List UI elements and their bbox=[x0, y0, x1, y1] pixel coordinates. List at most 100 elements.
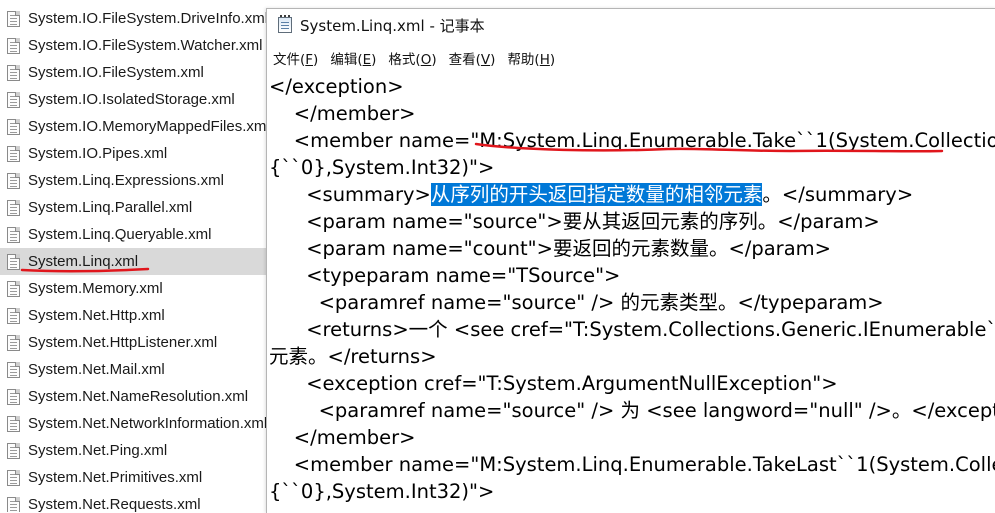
file-row[interactable]: System.Net.HttpListener.xml bbox=[0, 329, 266, 356]
menu-bar: 文件(F) 编辑(E) 格式(O) 查看(V) 帮助(H) bbox=[267, 45, 995, 71]
text-editor[interactable]: </exception> </member> <member name="M:S… bbox=[267, 71, 995, 513]
text-line: <param name="count">要返回的元素数量。</param> bbox=[269, 237, 831, 260]
file-name: System.Net.Requests.xml bbox=[28, 496, 201, 512]
file-row[interactable]: System.Memory.xml bbox=[0, 275, 266, 302]
file-name: System.IO.FileSystem.xml bbox=[28, 64, 204, 81]
xml-file-icon bbox=[7, 415, 20, 432]
file-name: System.IO.Pipes.xml bbox=[28, 145, 168, 162]
menu-label: 文件( bbox=[273, 52, 306, 68]
file-name: System.Net.HttpListener.xml bbox=[28, 334, 218, 351]
file-row[interactable]: System.IO.IsolatedStorage.xml bbox=[0, 86, 266, 113]
text-line: <paramref name="source" /> 的元素类型。</typep… bbox=[269, 291, 884, 314]
menu-label-end: ) bbox=[313, 52, 319, 68]
file-row[interactable]: System.Linq.xml bbox=[0, 248, 266, 275]
xml-file-icon bbox=[7, 226, 20, 243]
text-line: <typeparam name="TSource"> bbox=[269, 264, 621, 287]
file-row[interactable]: System.Net.NameResolution.xml bbox=[0, 383, 266, 410]
menu-label-end: ) bbox=[371, 52, 377, 68]
file-name: System.Linq.xml bbox=[28, 253, 139, 270]
menu-label-end: ) bbox=[431, 52, 437, 68]
file-name: System.IO.IsolatedStorage.xml bbox=[28, 91, 235, 108]
xml-file-icon bbox=[7, 199, 20, 216]
file-name: System.Linq.Parallel.xml bbox=[28, 199, 193, 216]
xml-file-icon bbox=[7, 361, 20, 378]
xml-file-icon bbox=[7, 334, 20, 351]
file-name: System.Linq.Expressions.xml bbox=[28, 172, 224, 189]
xml-file-icon bbox=[7, 280, 20, 297]
file-name: System.Net.NetworkInformation.xml bbox=[28, 415, 266, 432]
file-row[interactable]: System.Net.Http.xml bbox=[0, 302, 266, 329]
file-row[interactable]: System.Linq.Parallel.xml bbox=[0, 194, 266, 221]
file-name: System.Net.Mail.xml bbox=[28, 361, 165, 378]
text-line: </exception> bbox=[269, 75, 404, 98]
text-line: 元素。</returns> bbox=[269, 345, 437, 368]
file-row[interactable]: System.Linq.Expressions.xml bbox=[0, 167, 266, 194]
file-row[interactable]: System.IO.FileSystem.xml bbox=[0, 59, 266, 86]
menu-label: 帮助( bbox=[507, 52, 540, 68]
notepad-icon bbox=[278, 15, 292, 33]
file-name: System.Linq.Queryable.xml bbox=[28, 226, 212, 243]
file-name: System.IO.FileSystem.DriveInfo.xml bbox=[28, 10, 266, 27]
text-line: <member name="M:System.Linq.Enumerable.T… bbox=[293, 453, 995, 476]
file-name: System.Net.Primitives.xml bbox=[28, 469, 203, 486]
title-bar[interactable]: System.Linq.xml - 记事本 bbox=[267, 9, 995, 41]
menu-label: 编辑( bbox=[330, 52, 363, 68]
xml-file-icon bbox=[7, 307, 20, 324]
xml-file-icon bbox=[7, 10, 20, 27]
xml-file-icon bbox=[7, 388, 20, 405]
notepad-window: System.Linq.xml - 记事本 文件(F) 编辑(E) 格式(O) 查看(… bbox=[266, 8, 995, 513]
xml-file-icon bbox=[7, 496, 20, 512]
menu-label-end: ) bbox=[490, 52, 496, 68]
xml-file-icon bbox=[7, 118, 20, 135]
text-line: <returns>一个 <see cref="T:System.Collecti… bbox=[306, 318, 995, 341]
xml-file-icon bbox=[7, 37, 20, 54]
file-name: System.Net.Ping.xml bbox=[28, 442, 168, 459]
text-line: <member name="M:System.Linq.Enumerable.T… bbox=[293, 129, 995, 152]
menu-item[interactable]: 文件(F) bbox=[267, 48, 324, 68]
line-segment: 。</summary> bbox=[762, 183, 914, 206]
file-row[interactable]: System.IO.Pipes.xml bbox=[0, 140, 266, 167]
text-line: {``0},System.Int32)"> bbox=[269, 480, 495, 503]
window-title: System.Linq.xml - 记事本 bbox=[300, 16, 485, 35]
menu-item[interactable]: 查看(V) bbox=[443, 48, 502, 68]
file-row[interactable]: System.Net.Ping.xml bbox=[0, 437, 266, 464]
file-list: System.IO.FileSystem.DriveInfo.xml System… bbox=[0, 0, 266, 512]
menu-accesskey: F bbox=[305, 52, 314, 68]
text-line: <paramref name="source" /> 为 <see langwo… bbox=[269, 399, 995, 422]
file-row[interactable]: System.IO.MemoryMappedFiles.xml bbox=[0, 113, 266, 140]
menu-accesskey: H bbox=[539, 52, 550, 68]
xml-file-icon bbox=[7, 442, 20, 459]
file-row[interactable]: System.IO.FileSystem.DriveInfo.xml bbox=[0, 5, 266, 32]
file-name: System.IO.MemoryMappedFiles.xml bbox=[28, 118, 266, 135]
menu-label-end: ) bbox=[549, 52, 556, 68]
xml-file-icon bbox=[7, 145, 20, 162]
line-segment: <summary> bbox=[269, 183, 431, 206]
file-row[interactable]: System.Net.NetworkInformation.xml bbox=[0, 410, 266, 437]
file-row[interactable]: System.IO.FileSystem.Watcher.xml bbox=[0, 32, 266, 59]
xml-file-icon bbox=[7, 469, 20, 486]
menu-item[interactable]: 帮助(H) bbox=[501, 48, 561, 68]
text-line: </member> bbox=[269, 102, 416, 125]
menu-item[interactable]: 格式(O) bbox=[382, 48, 442, 68]
text-line: <param name="source">要从其返回元素的序列。</param> bbox=[269, 210, 880, 233]
menu-label: 查看( bbox=[448, 52, 481, 68]
xml-file-icon bbox=[7, 172, 20, 189]
text-line: {``0},System.Int32)"> bbox=[269, 156, 495, 179]
selected-text: 从序列的开头返回指定数量的相邻元素 bbox=[430, 183, 763, 206]
file-name: System.IO.FileSystem.Watcher.xml bbox=[28, 37, 263, 54]
xml-file-icon bbox=[7, 91, 20, 108]
file-row[interactable]: System.Net.Mail.xml bbox=[0, 356, 266, 383]
file-name: System.Memory.xml bbox=[28, 280, 163, 297]
text-line: </member> bbox=[269, 426, 416, 449]
menu-item[interactable]: 编辑(E) bbox=[324, 48, 382, 68]
text-line: <summary>从序列的开头返回指定数量的相邻元素。</summary> bbox=[269, 181, 913, 208]
file-row[interactable]: System.Linq.Queryable.xml bbox=[0, 221, 266, 248]
file-name: System.Net.Http.xml bbox=[28, 307, 165, 324]
file-row[interactable]: System.Net.Primitives.xml bbox=[0, 464, 266, 491]
file-row[interactable]: System.Net.Requests.xml bbox=[0, 491, 266, 512]
xml-file-icon bbox=[7, 64, 20, 81]
text-line: <exception cref="T:System.ArgumentNullEx… bbox=[269, 372, 838, 395]
menu-accesskey: O bbox=[420, 52, 432, 68]
xml-file-icon bbox=[7, 253, 20, 270]
menu-label: 格式( bbox=[388, 52, 421, 68]
